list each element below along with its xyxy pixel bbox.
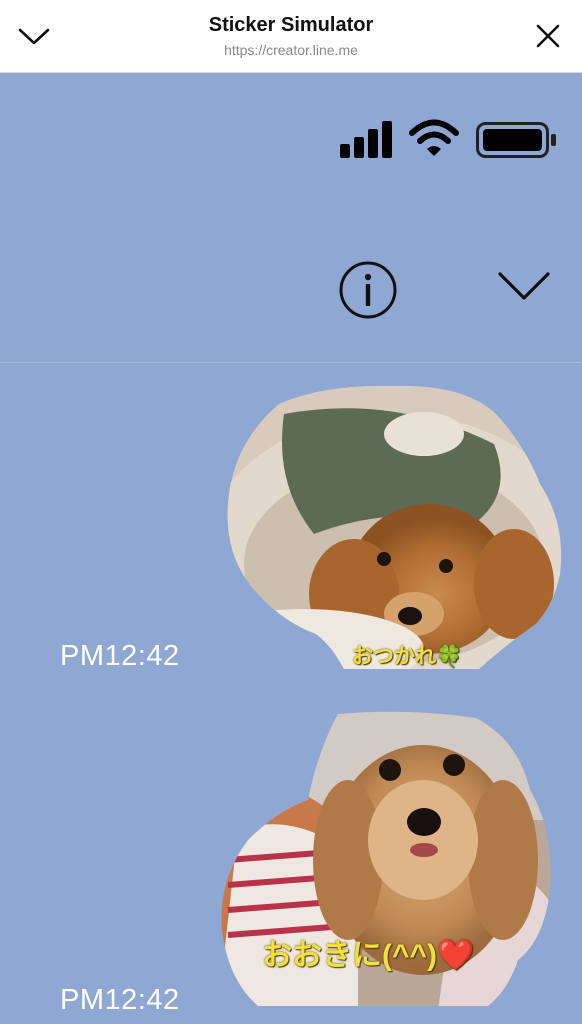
sticker-caption: おおきに(^^)❤️ — [262, 939, 475, 972]
divider — [0, 362, 582, 363]
page-url: https://creator.line.me — [224, 42, 358, 58]
status-bar — [340, 118, 556, 162]
sticker-image[interactable] — [224, 384, 564, 674]
browser-header: Sticker Simulator https://creator.line.m… — [0, 0, 582, 73]
wifi-icon — [409, 119, 459, 156]
message-timestamp: PM12:42 — [60, 984, 180, 1016]
sticker-caption: おつかれ🍀 — [352, 645, 463, 668]
signal-icon — [340, 121, 392, 158]
battery-icon — [476, 122, 556, 158]
close-icon — [536, 24, 560, 48]
info-icon — [339, 261, 397, 319]
chat-collapse-button[interactable] — [496, 266, 552, 310]
message-timestamp: PM12:42 — [60, 640, 180, 672]
close-button[interactable] — [530, 18, 566, 54]
info-button[interactable] — [338, 260, 398, 320]
page-title: Sticker Simulator — [208, 14, 374, 36]
chevron-down-icon — [498, 272, 550, 300]
